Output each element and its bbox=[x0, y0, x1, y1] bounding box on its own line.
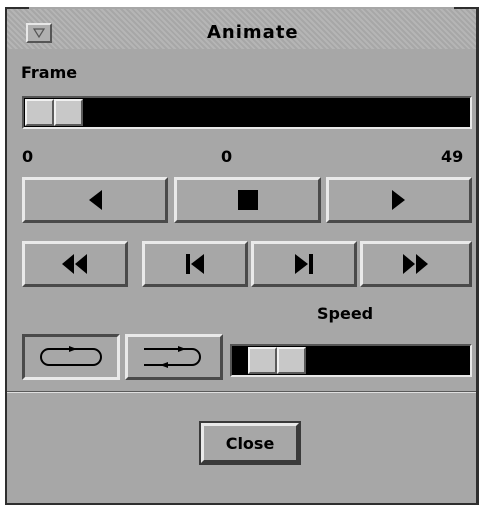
fast-forward-button[interactable] bbox=[360, 241, 472, 287]
speed-slider-thumb[interactable] bbox=[248, 347, 306, 374]
frame-min-value: 0 bbox=[22, 147, 34, 166]
window-title: Animate bbox=[207, 22, 299, 43]
play-forward-button[interactable] bbox=[326, 177, 472, 223]
frame-current-value: 0 bbox=[221, 147, 233, 166]
separator bbox=[7, 391, 476, 393]
speed-slider[interactable] bbox=[230, 344, 472, 377]
step-backward-button[interactable] bbox=[142, 241, 248, 287]
rewind-icon bbox=[62, 254, 87, 274]
play-backward-button[interactable] bbox=[22, 177, 168, 223]
swing-mode-button[interactable] bbox=[125, 334, 223, 380]
frame-slider[interactable] bbox=[22, 96, 472, 129]
loop-icon bbox=[40, 346, 102, 366]
frame-label: Frame bbox=[21, 63, 78, 82]
step-forward-icon bbox=[295, 254, 313, 274]
speed-label: Speed bbox=[317, 304, 374, 323]
fast-forward-icon bbox=[403, 254, 428, 274]
play-right-icon bbox=[392, 190, 405, 210]
title-bar[interactable]: Animate bbox=[7, 9, 476, 49]
animate-window: Animate Frame 0 0 49 Speed Close bbox=[5, 7, 479, 505]
rewind-button[interactable] bbox=[22, 241, 128, 287]
step-backward-icon bbox=[186, 254, 204, 274]
window-menu-button[interactable] bbox=[26, 23, 52, 43]
swing-icon bbox=[144, 346, 201, 368]
triangle-down-icon bbox=[33, 28, 45, 38]
loop-mode-button[interactable] bbox=[22, 334, 120, 380]
stop-icon bbox=[237, 190, 258, 210]
play-left-icon bbox=[89, 190, 102, 210]
close-button[interactable]: Close bbox=[199, 421, 301, 465]
step-forward-button[interactable] bbox=[251, 241, 357, 287]
frame-slider-thumb[interactable] bbox=[25, 99, 83, 126]
frame-max-value: 49 bbox=[441, 147, 464, 166]
stop-button[interactable] bbox=[174, 177, 321, 223]
